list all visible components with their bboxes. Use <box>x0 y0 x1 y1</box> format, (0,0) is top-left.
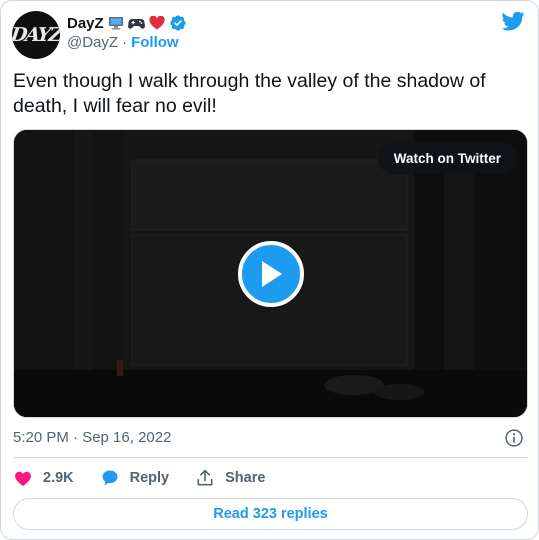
avatar-logo-text: DAYZ <box>12 24 60 46</box>
watch-on-twitter-button[interactable]: Watch on Twitter <box>377 142 517 174</box>
share-label: Share <box>225 470 266 486</box>
computer-emoji-icon <box>108 16 124 31</box>
reply-bubble-icon <box>102 470 118 486</box>
like-button[interactable]: 2.9K <box>13 468 74 488</box>
info-icon[interactable] <box>504 428 524 448</box>
share-icon <box>197 469 213 486</box>
author-name[interactable]: DayZ <box>67 15 104 32</box>
verified-badge-icon <box>169 14 187 32</box>
play-button[interactable] <box>238 241 304 307</box>
author-handle[interactable]: @DayZ <box>67 34 118 51</box>
red-heart-emoji-icon <box>149 16 165 30</box>
tweet-embed-card: DAYZ DayZ @DayZ · Follow Even though I w… <box>0 0 539 540</box>
play-icon <box>262 261 282 287</box>
reply-button[interactable]: Reply <box>100 468 170 488</box>
like-count: 2.9K <box>43 470 74 486</box>
reply-label: Reply <box>129 470 170 486</box>
tweet-actions: 2.9K Reply Share <box>13 467 291 489</box>
tweet-text: Even though I walk through the valley of… <box>13 70 486 117</box>
share-button[interactable]: Share <box>195 468 265 488</box>
author-handle-row: @DayZ · Follow <box>67 34 179 51</box>
twitter-bird-icon[interactable] <box>500 9 526 33</box>
game-controller-emoji-icon <box>127 17 145 30</box>
heart-icon <box>15 471 31 486</box>
author-name-row: DayZ <box>67 13 187 33</box>
avatar[interactable]: DAYZ <box>12 11 60 59</box>
read-replies-button[interactable]: Read 323 replies <box>13 498 528 530</box>
video-player[interactable]: Watch on Twitter <box>13 129 528 418</box>
handle-separator: · <box>122 34 128 51</box>
follow-button[interactable]: Follow <box>131 34 179 51</box>
divider <box>13 457 528 458</box>
tweet-timestamp[interactable]: 5:20 PM · Sep 16, 2022 <box>13 429 171 446</box>
